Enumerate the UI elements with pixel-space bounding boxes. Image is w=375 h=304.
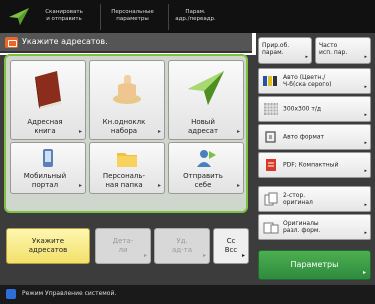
chevron-right-icon: ▸ bbox=[362, 269, 366, 276]
frequent-settings-button[interactable]: Часто исп. пар. ▸ bbox=[315, 37, 371, 64]
resolution-option[interactable]: 300x300 т/д ▸ bbox=[258, 96, 371, 122]
one-touch-button[interactable]: Кн.одноклк набора ▸ bbox=[89, 60, 165, 140]
file-format-option[interactable]: PDF; Компактный ▸ bbox=[258, 152, 371, 178]
chevron-right-icon: ▸ bbox=[364, 202, 367, 208]
chevron-right-icon: ▸ bbox=[236, 181, 240, 189]
resolution-icon bbox=[264, 103, 278, 115]
address-book-icon bbox=[35, 71, 61, 109]
chevron-right-icon: ▸ bbox=[143, 252, 147, 259]
tab-personal-settings[interactable]: Персональные параметры bbox=[100, 4, 164, 30]
chevron-right-icon: ▸ bbox=[305, 54, 308, 60]
chevron-right-icon: ▸ bbox=[364, 140, 367, 146]
status-text: Режим Управление системой. bbox=[22, 290, 117, 297]
paper-plane-icon bbox=[9, 8, 29, 25]
chevron-right-icon: ▸ bbox=[364, 168, 367, 174]
chevron-right-icon: ▸ bbox=[236, 127, 240, 135]
cc-bcc-button[interactable]: Cc Bcc ▸ bbox=[213, 228, 249, 264]
address-book-button[interactable]: Адресная книга ▸ bbox=[10, 60, 86, 140]
address-icon bbox=[5, 37, 18, 48]
pdf-icon bbox=[266, 159, 276, 171]
details-button[interactable]: Дета- ли ▸ bbox=[95, 228, 151, 264]
tab-scan-and-send[interactable]: Сканировать и отправить bbox=[32, 4, 96, 30]
send-to-myself-button[interactable]: Отправить себе ▸ bbox=[168, 142, 244, 194]
paper-plane-icon bbox=[188, 71, 224, 105]
touch-hand-icon bbox=[113, 75, 141, 104]
mixed-size-icon bbox=[263, 222, 279, 234]
chevron-right-icon: ▸ bbox=[78, 181, 82, 189]
page-title: Укажите адресатов. bbox=[22, 37, 108, 46]
chevron-right-icon: ▸ bbox=[364, 54, 367, 60]
chevron-right-icon: ▸ bbox=[157, 127, 161, 135]
new-destination-button[interactable]: Новый адресат ▸ bbox=[168, 60, 244, 140]
favorite-settings-button[interactable]: Прир.об. парам. ▸ bbox=[258, 37, 312, 64]
user-icon bbox=[197, 150, 216, 167]
info-icon bbox=[6, 289, 16, 299]
top-bar: Сканировать и отправить Персональные пар… bbox=[0, 0, 375, 33]
two-sided-icon bbox=[264, 192, 278, 206]
specify-destinations-button[interactable]: Укажите адресатов bbox=[6, 228, 90, 264]
mobile-phone-icon bbox=[43, 149, 53, 167]
settings-button[interactable]: Параметры ▸ bbox=[258, 250, 371, 280]
chevron-right-icon: ▸ bbox=[364, 112, 367, 118]
mixed-size-originals-option[interactable]: Оригиналы разл. форм. ▸ bbox=[258, 214, 371, 240]
chevron-right-icon: ▸ bbox=[241, 252, 245, 259]
two-sided-original-option[interactable]: 2-стор. оригинал ▸ bbox=[258, 186, 371, 212]
color-mode-icon bbox=[263, 76, 277, 86]
chevron-right-icon: ▸ bbox=[157, 181, 161, 189]
title-row: Укажите адресатов. bbox=[0, 33, 252, 53]
personal-folder-button[interactable]: Персональ-ная папка ▸ bbox=[89, 142, 165, 194]
chevron-right-icon: ▸ bbox=[78, 127, 82, 135]
chevron-right-icon: ▸ bbox=[364, 84, 367, 90]
chevron-right-icon: ▸ bbox=[202, 252, 206, 259]
tab-address-forwarding[interactable]: Парам. адр./переадр. bbox=[168, 4, 222, 30]
chevron-right-icon: ▸ bbox=[364, 230, 367, 236]
mobile-portal-button[interactable]: Мобильный портал ▸ bbox=[10, 142, 86, 194]
status-bar: Режим Управление системой. bbox=[0, 285, 375, 304]
color-mode-option[interactable]: Авто (Цветн./Ч-б(ска серого) ▸ bbox=[258, 68, 371, 94]
original-size-option[interactable]: Авто формат ▸ bbox=[258, 124, 371, 150]
delete-destination-button[interactable]: Уд. ад-та ▸ bbox=[154, 228, 210, 264]
auto-format-icon bbox=[265, 131, 276, 143]
folder-icon bbox=[117, 153, 137, 167]
